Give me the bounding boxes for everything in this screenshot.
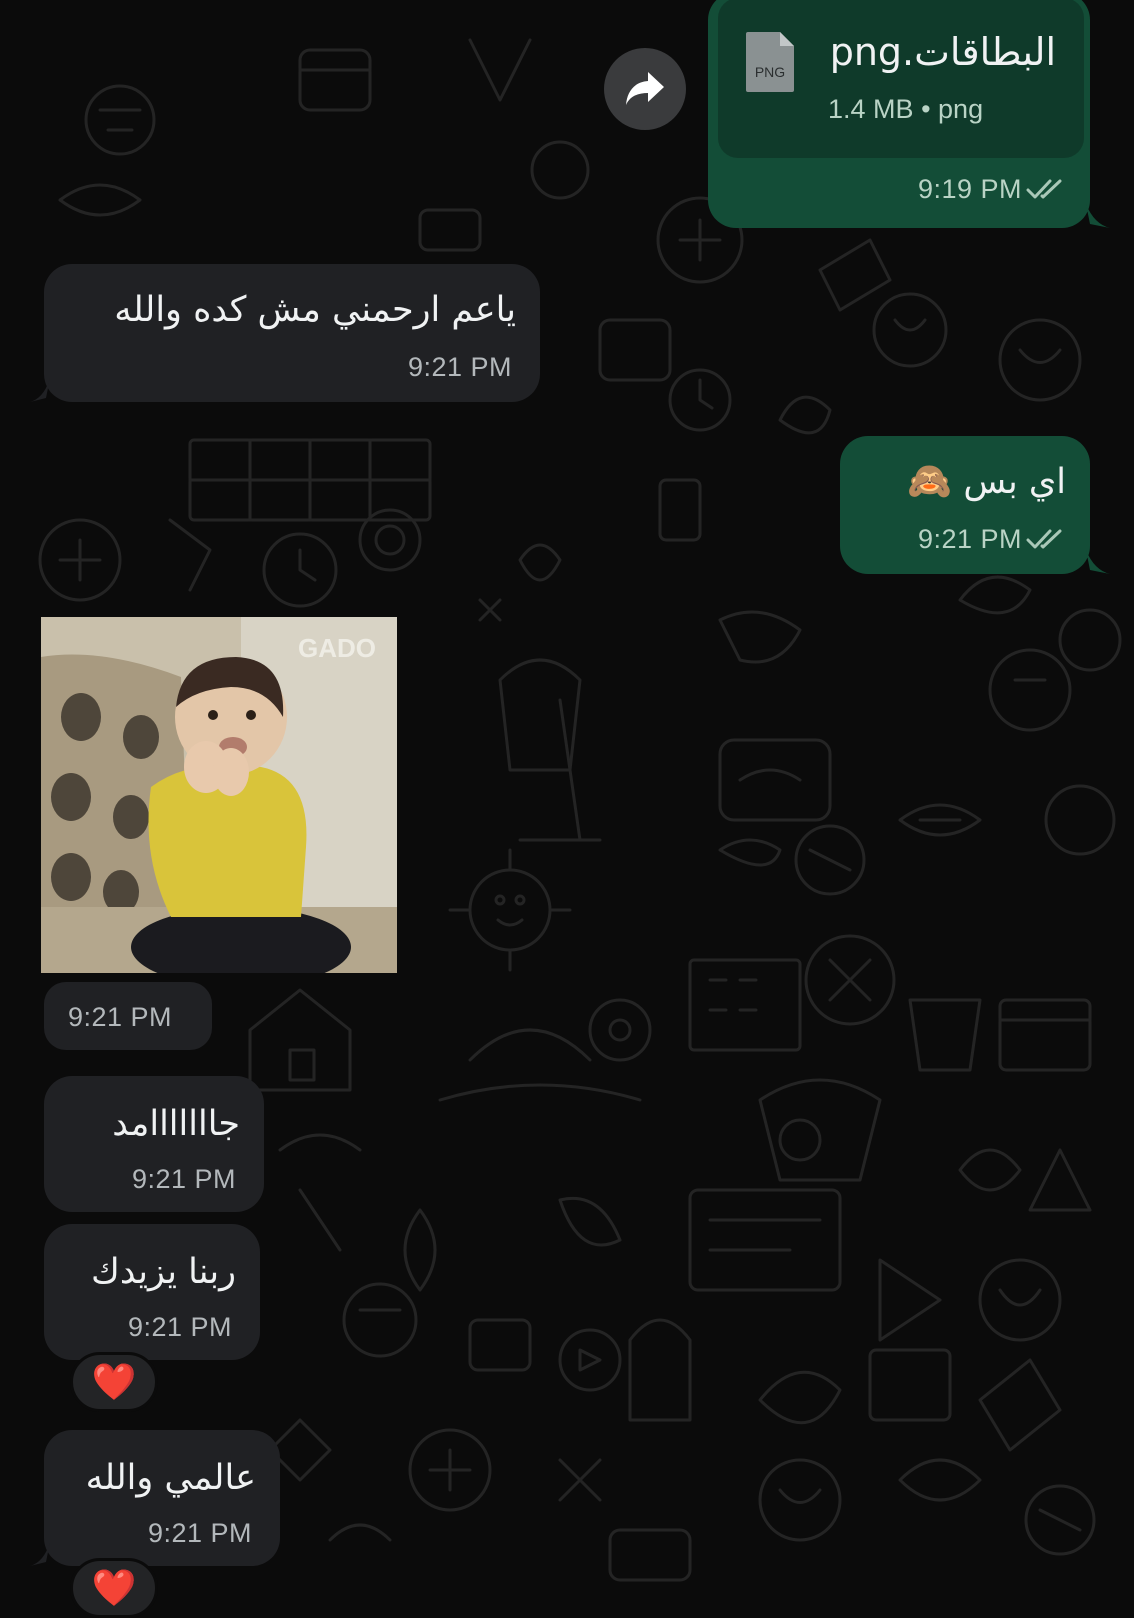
message-time: 9:21 PM <box>68 1002 173 1032</box>
gif-timestamp-pill: 9:21 PM <box>44 982 212 1050</box>
message-text: جااااااامد <box>112 1104 240 1144</box>
message-time: 9:21 PM <box>127 1312 232 1342</box>
png-file-icon: PNG <box>746 32 794 92</box>
reaction-badge[interactable]: ❤️ <box>70 1352 158 1412</box>
incoming-message[interactable]: عالمي والله 9:21 PM <box>44 1430 280 1566</box>
file-size: 1.4 MB <box>828 94 914 124</box>
message-time: 9:21 PM <box>407 352 512 382</box>
message-text: ياعم ارحمني مش كده والله <box>114 290 516 330</box>
gif-message[interactable]: GADO <box>41 617 397 973</box>
incoming-message[interactable]: جااااااامد 9:21 PM <box>44 1076 264 1212</box>
message-text: ربنا يزيدك <box>90 1252 236 1292</box>
message-time: 9:21 PM <box>147 1518 252 1548</box>
incoming-message[interactable]: ياعم ارحمني مش كده والله 9:21 PM <box>44 264 540 402</box>
outgoing-document-message[interactable]: PNG البطاقات.png 1.4 MB • png 9:19 PM <box>708 0 1090 228</box>
outgoing-message[interactable]: اي بس 🙈 9:21 PM <box>840 436 1090 574</box>
double-check-icon <box>1026 529 1062 549</box>
message-time: 9:21 PM <box>917 524 1022 554</box>
red-heart-emoji: ❤️ <box>91 1568 137 1609</box>
message-text: اي بس 🙈 <box>907 461 1066 503</box>
file-name: البطاقات.png <box>829 30 1056 74</box>
see-no-evil-monkey-emoji: 🙈 <box>907 461 953 502</box>
meta-separator: • <box>921 94 939 124</box>
bubble-tail <box>1086 204 1110 228</box>
gif-watermark: GADO <box>298 633 376 663</box>
reaction-badge[interactable]: ❤️ <box>70 1558 158 1618</box>
incoming-message[interactable]: ربنا يزيدك 9:21 PM <box>44 1224 260 1360</box>
document-card[interactable]: PNG البطاقات.png 1.4 MB • png <box>718 0 1084 158</box>
red-heart-emoji: ❤️ <box>91 1362 137 1403</box>
file-badge: PNG <box>755 64 785 80</box>
file-type: png <box>938 94 984 124</box>
message-text: عالمي والله <box>85 1458 256 1498</box>
bubble-tail <box>30 1542 50 1566</box>
forward-arrow-icon <box>626 72 664 105</box>
forward-button[interactable] <box>604 48 686 130</box>
bubble-tail <box>30 378 50 402</box>
baby-clapping-gif: GADO <box>41 617 397 973</box>
message-text-body: اي بس <box>963 462 1066 502</box>
double-check-icon <box>1026 179 1062 199</box>
message-time: 9:19 PM <box>917 174 1022 204</box>
file-meta: 1.4 MB • png <box>828 94 983 125</box>
bubble-tail <box>1086 550 1110 574</box>
message-time: 9:21 PM <box>131 1164 236 1194</box>
